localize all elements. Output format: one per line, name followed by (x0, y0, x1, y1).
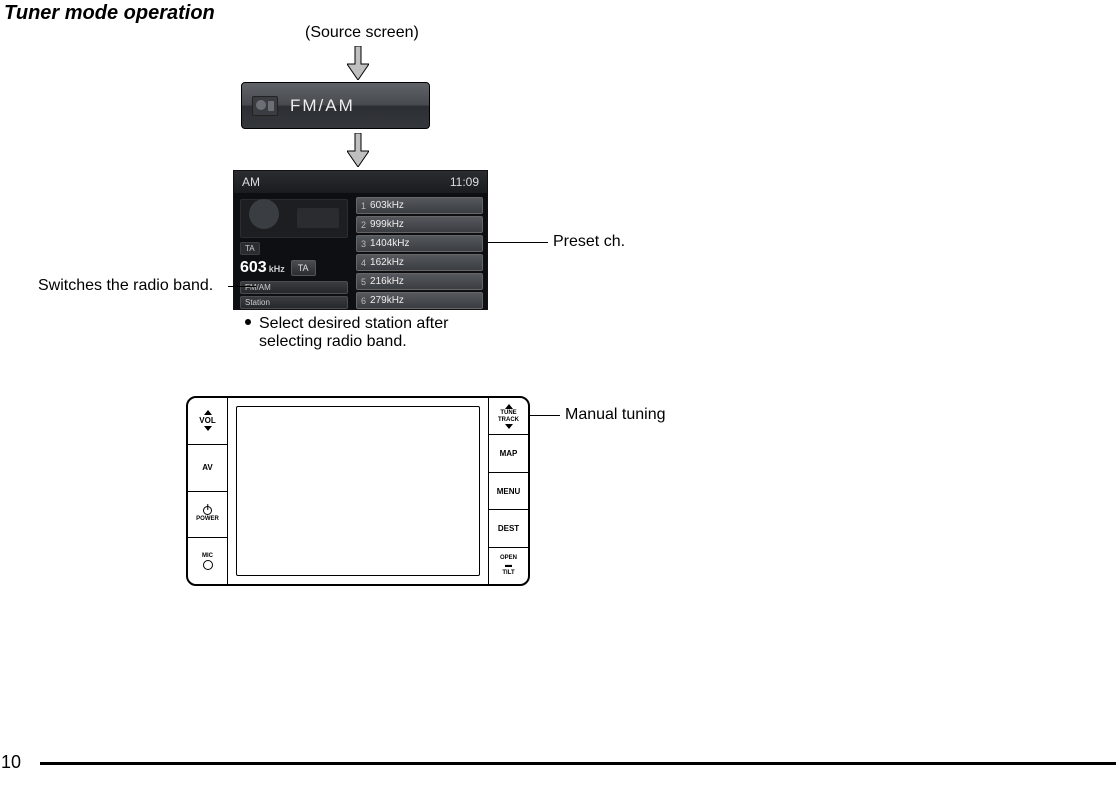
callout-line (530, 415, 560, 416)
triangle-down-icon (204, 426, 212, 431)
head-unit-diagram: VOL AV POWER MIC TUNE TRACK MAP MENU (186, 396, 530, 586)
av-button[interactable]: AV (188, 445, 227, 492)
preset-item[interactable]: 4162kHz (356, 254, 483, 271)
band-callout-label: Switches the radio band. (38, 277, 213, 295)
triangle-up-icon (505, 404, 513, 409)
radio-icon (252, 96, 278, 116)
fmam-source-button[interactable]: FM/AM (241, 82, 430, 129)
current-frequency: 603kHz (240, 259, 285, 277)
radio-illustration-icon (240, 199, 348, 238)
preset-item[interactable]: 1603kHz (356, 197, 483, 214)
band-indicator: AM (242, 175, 260, 189)
triangle-down-icon (505, 424, 513, 429)
vol-button[interactable]: VOL (188, 398, 227, 445)
callout-line (488, 242, 548, 243)
triangle-up-icon (204, 410, 212, 415)
ta-button[interactable]: TA (291, 260, 316, 276)
source-screen-label: (Source screen) (305, 24, 419, 42)
station-button[interactable]: Station (240, 296, 348, 309)
mic-hole-icon (203, 560, 213, 570)
clock-readout: 11:09 (450, 175, 479, 189)
instruction-bullet: Select desired station after selecting r… (245, 315, 545, 351)
section-title: Tuner mode operation (4, 2, 215, 25)
footer-rule (40, 762, 1116, 765)
am-tuner-screen: AM 11:09 TA 603kHz TA FM/AM Station 1603… (233, 170, 488, 310)
mic-area: MIC (188, 538, 227, 584)
power-icon (203, 506, 212, 515)
tune-track-button[interactable]: TUNE TRACK (489, 398, 528, 435)
fmam-source-label: FM/AM (290, 96, 355, 116)
manual-tuning-label: Manual tuning (565, 406, 666, 424)
preset-list: 1603kHz 2999kHz 31404kHz 4162kHz 5216kHz… (354, 193, 487, 313)
open-tilt-button[interactable]: OPEN ▬ TILT (489, 548, 528, 584)
head-unit-screen[interactable] (236, 406, 480, 576)
preset-item[interactable]: 31404kHz (356, 235, 483, 252)
power-button[interactable]: POWER (188, 492, 227, 539)
dest-button[interactable]: DEST (489, 510, 528, 547)
menu-button[interactable]: MENU (489, 473, 528, 510)
preset-callout-label: Preset ch. (553, 233, 625, 251)
preset-item[interactable]: 2999kHz (356, 216, 483, 233)
callout-line (228, 286, 256, 287)
bullet-icon (245, 319, 251, 325)
map-button[interactable]: MAP (489, 435, 528, 472)
flow-arrow-down-icon (347, 133, 369, 167)
flow-arrow-down-icon (347, 46, 369, 80)
ta-indicator: TA (240, 242, 260, 255)
preset-item[interactable]: 6279kHz (356, 292, 483, 309)
preset-item[interactable]: 5216kHz (356, 273, 483, 290)
fmam-band-button[interactable]: FM/AM (240, 281, 348, 294)
page-number: 10 (1, 752, 21, 773)
